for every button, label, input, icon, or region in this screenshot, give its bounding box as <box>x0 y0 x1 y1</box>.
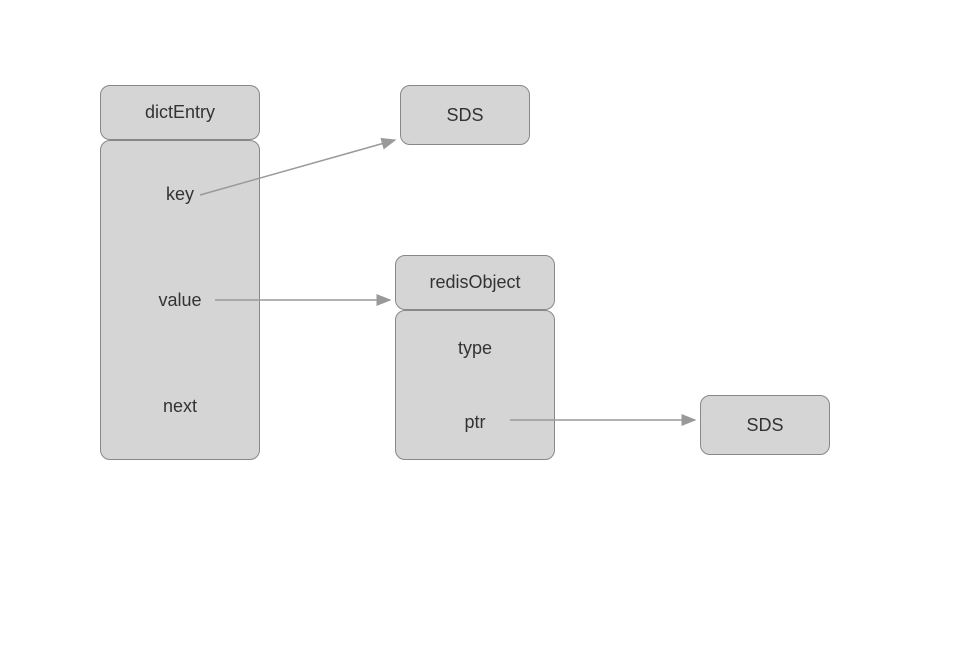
redisobject-type: type <box>396 311 554 385</box>
dictentry-value: value <box>101 247 259 353</box>
redisobject-header-label: redisObject <box>429 272 520 293</box>
redisobject-ptr: ptr <box>396 385 554 459</box>
redisobject-header: redisObject <box>395 255 555 310</box>
dictentry-body: key value next <box>100 140 260 460</box>
dictentry-next: next <box>101 353 259 459</box>
dictentry-key-label: key <box>166 184 194 205</box>
sds-1-label: SDS <box>446 105 483 126</box>
dictentry-key: key <box>101 141 259 247</box>
dictentry-next-label: next <box>163 396 197 417</box>
dictentry-value-label: value <box>158 290 201 311</box>
redisobject-type-label: type <box>458 338 492 359</box>
sds-box-2: SDS <box>700 395 830 455</box>
redisobject-ptr-label: ptr <box>464 412 485 433</box>
redisobject-body: type ptr <box>395 310 555 460</box>
dictentry-header-label: dictEntry <box>145 102 215 123</box>
sds-box-1: SDS <box>400 85 530 145</box>
dictentry-header: dictEntry <box>100 85 260 140</box>
sds-2-label: SDS <box>746 415 783 436</box>
